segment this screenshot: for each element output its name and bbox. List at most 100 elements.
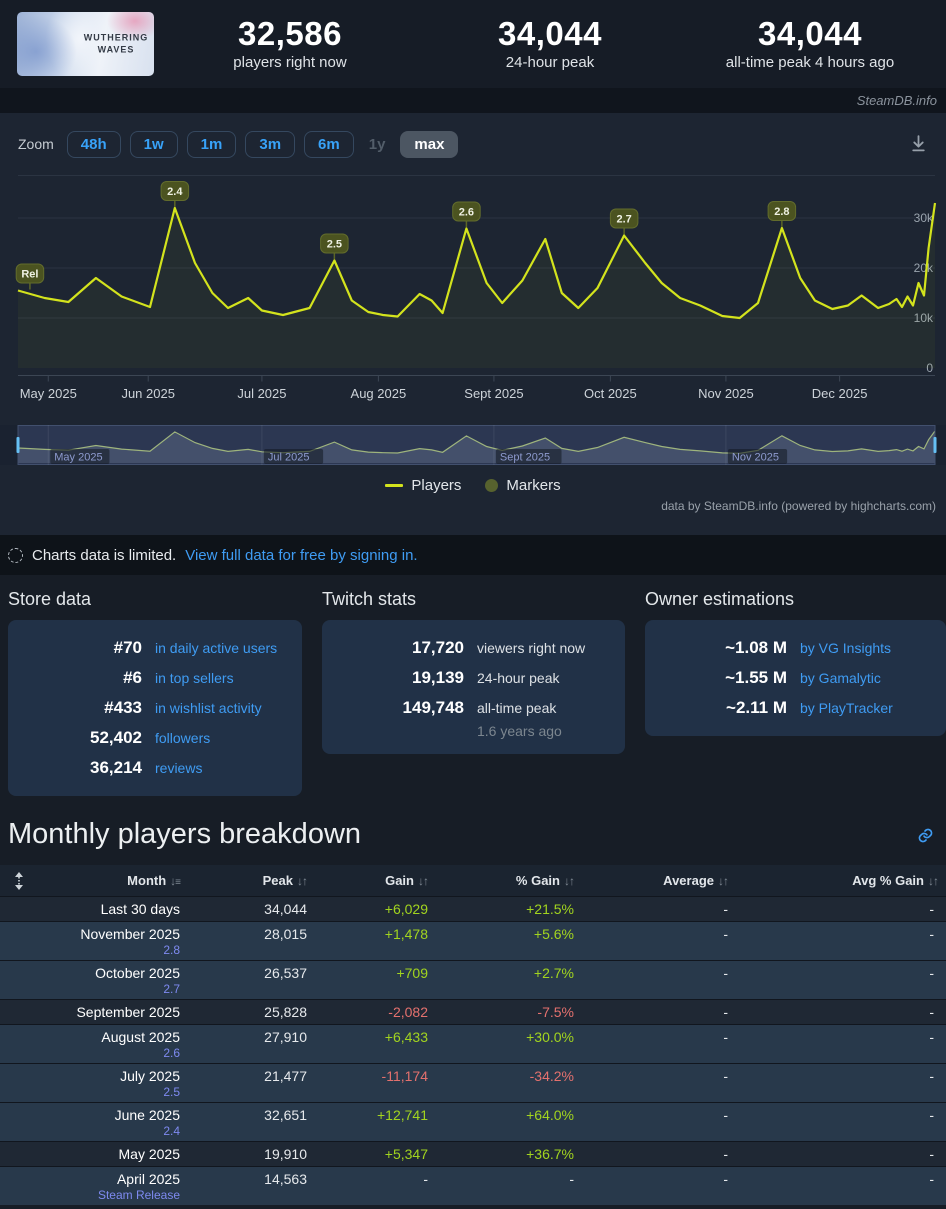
x-axis-label: Jul 2025 [237, 386, 286, 401]
milestone-label[interactable]: 2.5 [46, 1086, 180, 1098]
milestone-label[interactable]: 2.6 [46, 1047, 180, 1059]
cell-gain: +12,741 [315, 1102, 436, 1142]
cell-gain: +709 [315, 960, 436, 1000]
stat-value: #433 [104, 698, 142, 717]
stat-link[interactable]: by VG Insights [800, 633, 891, 663]
chart-credits[interactable]: data by SteamDB.info (powered by highcha… [0, 499, 946, 513]
chart-marker-2.5[interactable]: 2.5 [320, 233, 349, 254]
stat-value: 32,586 [238, 14, 342, 52]
sort-icon: ↓↑ [564, 874, 575, 888]
stat-link[interactable]: reviews [155, 753, 202, 783]
cell-peak: 21,477 [188, 1063, 315, 1103]
stat-link[interactable]: in daily active users [155, 633, 277, 663]
legend-item-players[interactable]: Players [385, 477, 461, 494]
cell-avg-pct-gain: - [736, 1024, 946, 1064]
monthly-breakdown-table: Month ↓≡ Peak ↓↑ Gain ↓↑ % Gain ↓↑ Average ↓↑… [0, 865, 946, 1205]
stat-link[interactable]: by Gamalytic [800, 663, 881, 693]
cell-month: August 2025 2.6 [38, 1024, 188, 1064]
chart-marker-2.6[interactable]: 2.6 [452, 201, 481, 222]
chart-marker-2.8[interactable]: 2.8 [767, 201, 797, 221]
cell-month: July 2025 2.5 [38, 1063, 188, 1103]
navigator-selection-mask[interactable] [18, 425, 935, 465]
cell-avg-pct-gain: - [736, 999, 946, 1025]
milestone-label[interactable]: 2.8 [46, 944, 180, 956]
column-header-peak[interactable]: Peak ↓↑ [188, 865, 315, 897]
stat-value: 52,402 [90, 728, 142, 747]
owner-estimations-card: ~1.08 M by VG Insights ~1.55 M by Gamaly… [645, 620, 946, 736]
sort-icon: ↓↑ [718, 874, 729, 888]
stat-link[interactable]: followers [155, 723, 210, 753]
store-stat-row: #70 in daily active users [22, 633, 288, 663]
cell-peak: 32,651 [188, 1102, 315, 1142]
zoom-button-6m[interactable]: 6m [304, 130, 354, 158]
chart-marker-2.4[interactable]: 2.4 [160, 181, 190, 201]
column-header-month[interactable]: Month ↓≡ [38, 865, 188, 897]
stat-value: 19,139 [412, 668, 464, 687]
game-capsule-image[interactable]: WUTHERING WAVES [17, 12, 154, 76]
x-axis-label: Aug 2025 [351, 386, 407, 401]
limited-text: Charts data is limited. [32, 546, 177, 564]
download-icon[interactable] [909, 134, 928, 158]
twitch-stats-section: Twitch stats 17,720 viewers right now 19… [322, 589, 625, 796]
milestone-label[interactable]: Steam Release [46, 1189, 180, 1201]
table-move-header[interactable] [0, 865, 38, 897]
svg-text:2.5: 2.5 [327, 239, 342, 251]
zoom-button-3m[interactable]: 3m [245, 130, 296, 158]
cell-pct-gain: +5.6% [436, 921, 582, 961]
svg-text:2.6: 2.6 [459, 207, 474, 219]
cell-pct-gain: +36.7% [436, 1141, 582, 1167]
stat-value: ~1.55 M [725, 668, 787, 687]
stat-players-now: 32,586 players right now [154, 14, 426, 71]
stat-value: #70 [113, 638, 142, 657]
navigator-handle-right[interactable] [933, 437, 937, 453]
zoom-button-1w[interactable]: 1w [129, 130, 178, 158]
cell-average: - [582, 1141, 736, 1167]
cell-gain: +6,029 [315, 896, 436, 922]
milestone-label[interactable]: 2.4 [46, 1125, 180, 1137]
table-row: July 2025 2.5 21,477 -11,174 -34.2% - - [0, 1063, 946, 1103]
zoom-button-48h[interactable]: 48h [66, 130, 121, 158]
milestone-label[interactable]: 2.7 [46, 983, 180, 995]
cell-peak: 34,044 [188, 896, 315, 922]
x-axis-label: Dec 2025 [812, 386, 868, 401]
legend-item-markers[interactable]: Markers [485, 477, 561, 494]
zoom-button-1m[interactable]: 1m [186, 130, 237, 158]
column-header-avg-gain[interactable]: Avg % Gain ↓↑ [736, 865, 946, 897]
navigator-handle-left[interactable] [16, 437, 20, 453]
sort-icon: ↓↑ [928, 874, 939, 888]
cell-month: September 2025 [38, 999, 188, 1025]
column-header-average[interactable]: Average ↓↑ [582, 865, 736, 897]
store-stat-row: 52,402 followers [22, 723, 288, 753]
stat-link[interactable]: in wishlist activity [155, 693, 262, 723]
signin-link[interactable]: View full data for free by signing in. [185, 547, 417, 564]
anchor-link-icon[interactable] [917, 827, 934, 849]
twitch-stat-subrow: 1.6 years ago [336, 721, 611, 741]
stat-link[interactable]: by PlayTracker [800, 693, 893, 723]
players-chart-svg[interactable]: 010k20k30kMay 2025Jun 2025Jul 2025Aug 20… [0, 175, 946, 410]
cell-average: - [582, 921, 736, 961]
cell-month: November 2025 2.8 [38, 921, 188, 961]
stat-label: viewers right now [477, 640, 586, 656]
players-chart[interactable]: 010k20k30kMay 2025Jun 2025Jul 2025Aug 20… [0, 175, 946, 410]
column-header-gain[interactable]: Gain ↓↑ [315, 865, 436, 897]
svg-text:2.7: 2.7 [616, 214, 631, 226]
zoom-button-max[interactable]: max [400, 130, 459, 158]
column-header--gain[interactable]: % Gain ↓↑ [436, 865, 582, 897]
cell-peak: 25,828 [188, 999, 315, 1025]
cell-avg-pct-gain: - [736, 1166, 946, 1205]
cell-avg-pct-gain: - [736, 960, 946, 1000]
table-header-row: Month ↓≡ Peak ↓↑ Gain ↓↑ % Gain ↓↑ Average ↓↑… [0, 865, 946, 897]
navigator-svg[interactable]: May 2025 Jul 2025 Sept 2025 Nov 2025 [0, 425, 946, 465]
stat-sublabel: 1.6 years ago [477, 723, 562, 739]
stat-label: 24-hour peak [505, 54, 595, 72]
stat-link[interactable]: in top sellers [155, 663, 234, 693]
cell-gain: - [315, 1166, 436, 1205]
chart-marker-2.7[interactable]: 2.7 [609, 208, 639, 229]
cell-peak: 14,563 [188, 1166, 315, 1205]
owner-estimations-title: Owner estimations [645, 589, 795, 609]
chart-marker-Rel[interactable]: Rel [15, 263, 45, 284]
cell-month: April 2025 Steam Release [38, 1166, 188, 1205]
sort-desc-icon: ↓≡ [170, 874, 181, 888]
chart-navigator[interactable]: May 2025 Jul 2025 Sept 2025 Nov 2025 [0, 425, 946, 465]
svg-text:2.4: 2.4 [167, 186, 183, 198]
